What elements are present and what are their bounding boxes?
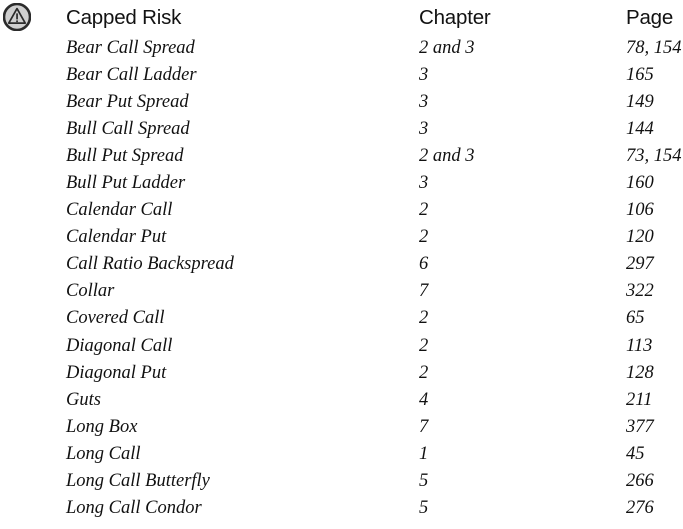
cell-page: 165 xyxy=(626,64,654,85)
cell-chapter: 2 and 3 xyxy=(419,145,475,166)
cell-strategy: Guts xyxy=(66,389,101,410)
cell-strategy: Calendar Call xyxy=(66,200,173,221)
cell-strategy: Bear Call Spread xyxy=(66,37,195,58)
cell-strategy: Diagonal Put xyxy=(66,362,167,383)
cell-page: 276 xyxy=(626,498,654,519)
table-row: Diagonal Put 2 128 xyxy=(66,362,683,391)
column-header-chapter: Chapter xyxy=(419,6,491,29)
table-row: Bull Put Spread 2 and 3 73, 154 xyxy=(66,147,683,174)
table-row: Bear Call Spread 2 and 3 78, 154 xyxy=(66,38,683,66)
table-row: Covered Call 2 65 xyxy=(66,309,683,336)
cell-strategy: Long Call Condor xyxy=(66,498,202,519)
cell-page: 297 xyxy=(626,254,654,275)
table-row: Calendar Put 2 120 xyxy=(66,228,683,255)
cell-chapter: 3 xyxy=(419,118,429,139)
cell-page: 45 xyxy=(626,443,645,464)
cell-chapter: 5 xyxy=(419,498,429,519)
cell-chapter: 2 xyxy=(419,200,429,221)
cell-chapter: 3 xyxy=(419,64,429,85)
cell-strategy: Long Call xyxy=(66,443,141,464)
cell-page: 211 xyxy=(626,389,653,410)
table-row: Bear Put Spread 3 149 xyxy=(66,91,683,120)
cell-chapter: 4 xyxy=(419,389,429,410)
cell-strategy: Long Call Butterfly xyxy=(66,471,210,491)
cell-chapter: 5 xyxy=(419,471,429,491)
cell-strategy: Calendar Put xyxy=(66,227,167,248)
cell-strategy: Bull Put Ladder xyxy=(66,172,186,193)
cell-page: 120 xyxy=(626,227,654,248)
cell-chapter: 2 and 3 xyxy=(419,37,475,58)
table-row: Bull Put Ladder 3 160 xyxy=(66,174,683,201)
cell-chapter: 2 xyxy=(419,335,429,356)
cell-strategy: Collar xyxy=(66,281,115,302)
cell-strategy: Bear Call Ladder xyxy=(66,64,197,85)
column-header-page: Page xyxy=(626,6,674,29)
cell-chapter: 2 xyxy=(419,308,429,329)
cell-page: 65 xyxy=(626,308,645,329)
table-row: Bull Call Spread 3 144 xyxy=(66,118,683,147)
strategy-index-table: Capped Risk Chapter Page Bear Call Sprea… xyxy=(66,0,683,526)
table-row: Long Call Butterfly 5 266 xyxy=(66,472,683,499)
table-row: Call Ratio Backspread 6 297 xyxy=(66,255,683,282)
cell-chapter: 7 xyxy=(419,281,429,302)
cell-strategy: Covered Call xyxy=(66,308,165,329)
table-row: Bear Call Ladder 3 165 xyxy=(66,64,683,93)
index-page: Capped Risk Chapter Page Bear Call Sprea… xyxy=(0,0,683,529)
column-header-strategy: Capped Risk xyxy=(66,6,182,29)
cell-page: 160 xyxy=(626,172,654,193)
cell-strategy: Call Ratio Backspread xyxy=(66,254,234,275)
cell-page: 106 xyxy=(626,200,654,221)
cell-page: 78, 154 xyxy=(626,37,682,58)
cell-chapter: 6 xyxy=(419,254,429,275)
table-row: Diagonal Call 2 113 xyxy=(66,335,683,364)
cell-strategy: Diagonal Call xyxy=(66,335,173,356)
cell-chapter: 3 xyxy=(419,172,429,193)
cell-page: 73, 154 xyxy=(626,145,682,166)
table-row: Guts 4 211 xyxy=(66,389,683,418)
cell-chapter: 7 xyxy=(419,416,429,437)
table-row: Long Call 1 45 xyxy=(66,445,683,472)
cell-page: 113 xyxy=(626,335,653,356)
table-row: Long Box 7 377 xyxy=(66,418,683,445)
cell-chapter: 1 xyxy=(419,443,429,464)
cell-strategy: Bull Put Spread xyxy=(66,145,184,166)
table-header-row: Capped Risk Chapter Page xyxy=(66,0,683,38)
table-row: Collar 7 322 xyxy=(66,282,683,309)
table-row: Long Call Condor 5 276 xyxy=(66,499,683,526)
warning-triangle-in-circle-icon xyxy=(3,3,31,31)
cell-strategy: Long Box xyxy=(66,416,138,437)
cell-page: 322 xyxy=(626,281,654,302)
cell-page: 144 xyxy=(626,118,654,139)
cell-chapter: 2 xyxy=(419,227,429,248)
cell-chapter: 2 xyxy=(419,362,429,383)
cell-chapter: 3 xyxy=(419,91,429,112)
cell-page: 266 xyxy=(626,471,654,491)
cell-strategy: Bull Call Spread xyxy=(66,118,190,139)
cell-page: 377 xyxy=(626,416,654,437)
table-row: Calendar Call 2 106 xyxy=(66,201,683,228)
cell-page: 128 xyxy=(626,362,654,383)
cell-page: 149 xyxy=(626,91,654,112)
cell-strategy: Bear Put Spread xyxy=(66,91,189,112)
